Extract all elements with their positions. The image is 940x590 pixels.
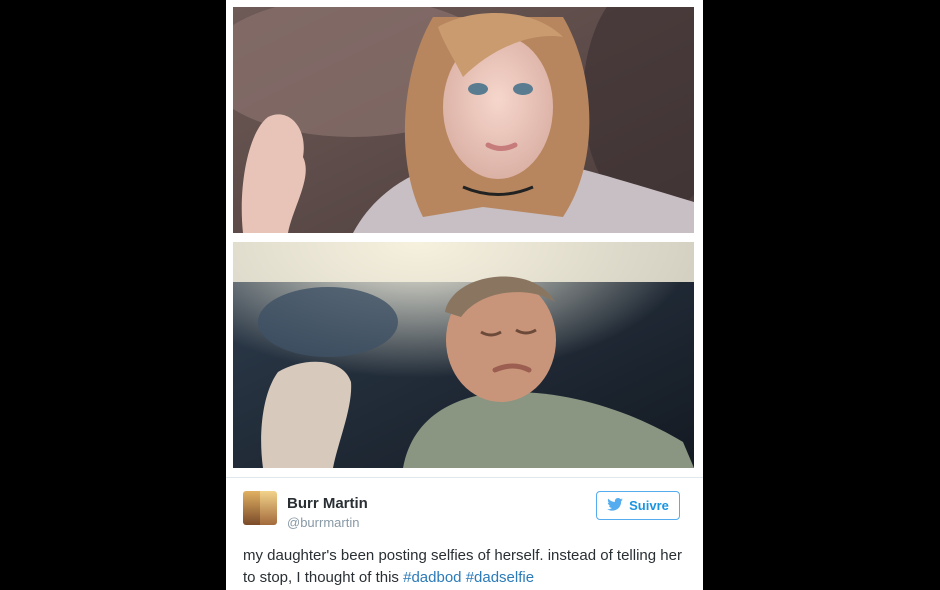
follow-label: Suivre — [629, 498, 669, 513]
divider — [226, 477, 703, 478]
avatar[interactable] — [243, 491, 277, 525]
tweet-body: my daughter's been posting selfies of he… — [243, 547, 682, 586]
hashtag-dadbod[interactable]: #dadbod — [403, 569, 461, 586]
tweet-photo-daughter-selfie[interactable] — [233, 7, 694, 233]
tweet-card: Burr Martin @burrmartin Suivre my daught… — [226, 0, 703, 590]
dad-selfie-image — [233, 242, 694, 468]
daughter-selfie-image — [233, 7, 694, 233]
hashtag-dadselfie[interactable]: #dadselfie — [466, 569, 534, 586]
author-name[interactable]: Burr Martin — [287, 495, 368, 512]
twitter-bird-icon — [607, 497, 623, 514]
follow-button[interactable]: Suivre — [596, 491, 680, 520]
tweet-text: my daughter's been posting selfies of he… — [243, 545, 693, 589]
author-handle[interactable]: @burrmartin — [287, 515, 359, 530]
tweet-photo-dad-selfie[interactable] — [233, 242, 694, 468]
